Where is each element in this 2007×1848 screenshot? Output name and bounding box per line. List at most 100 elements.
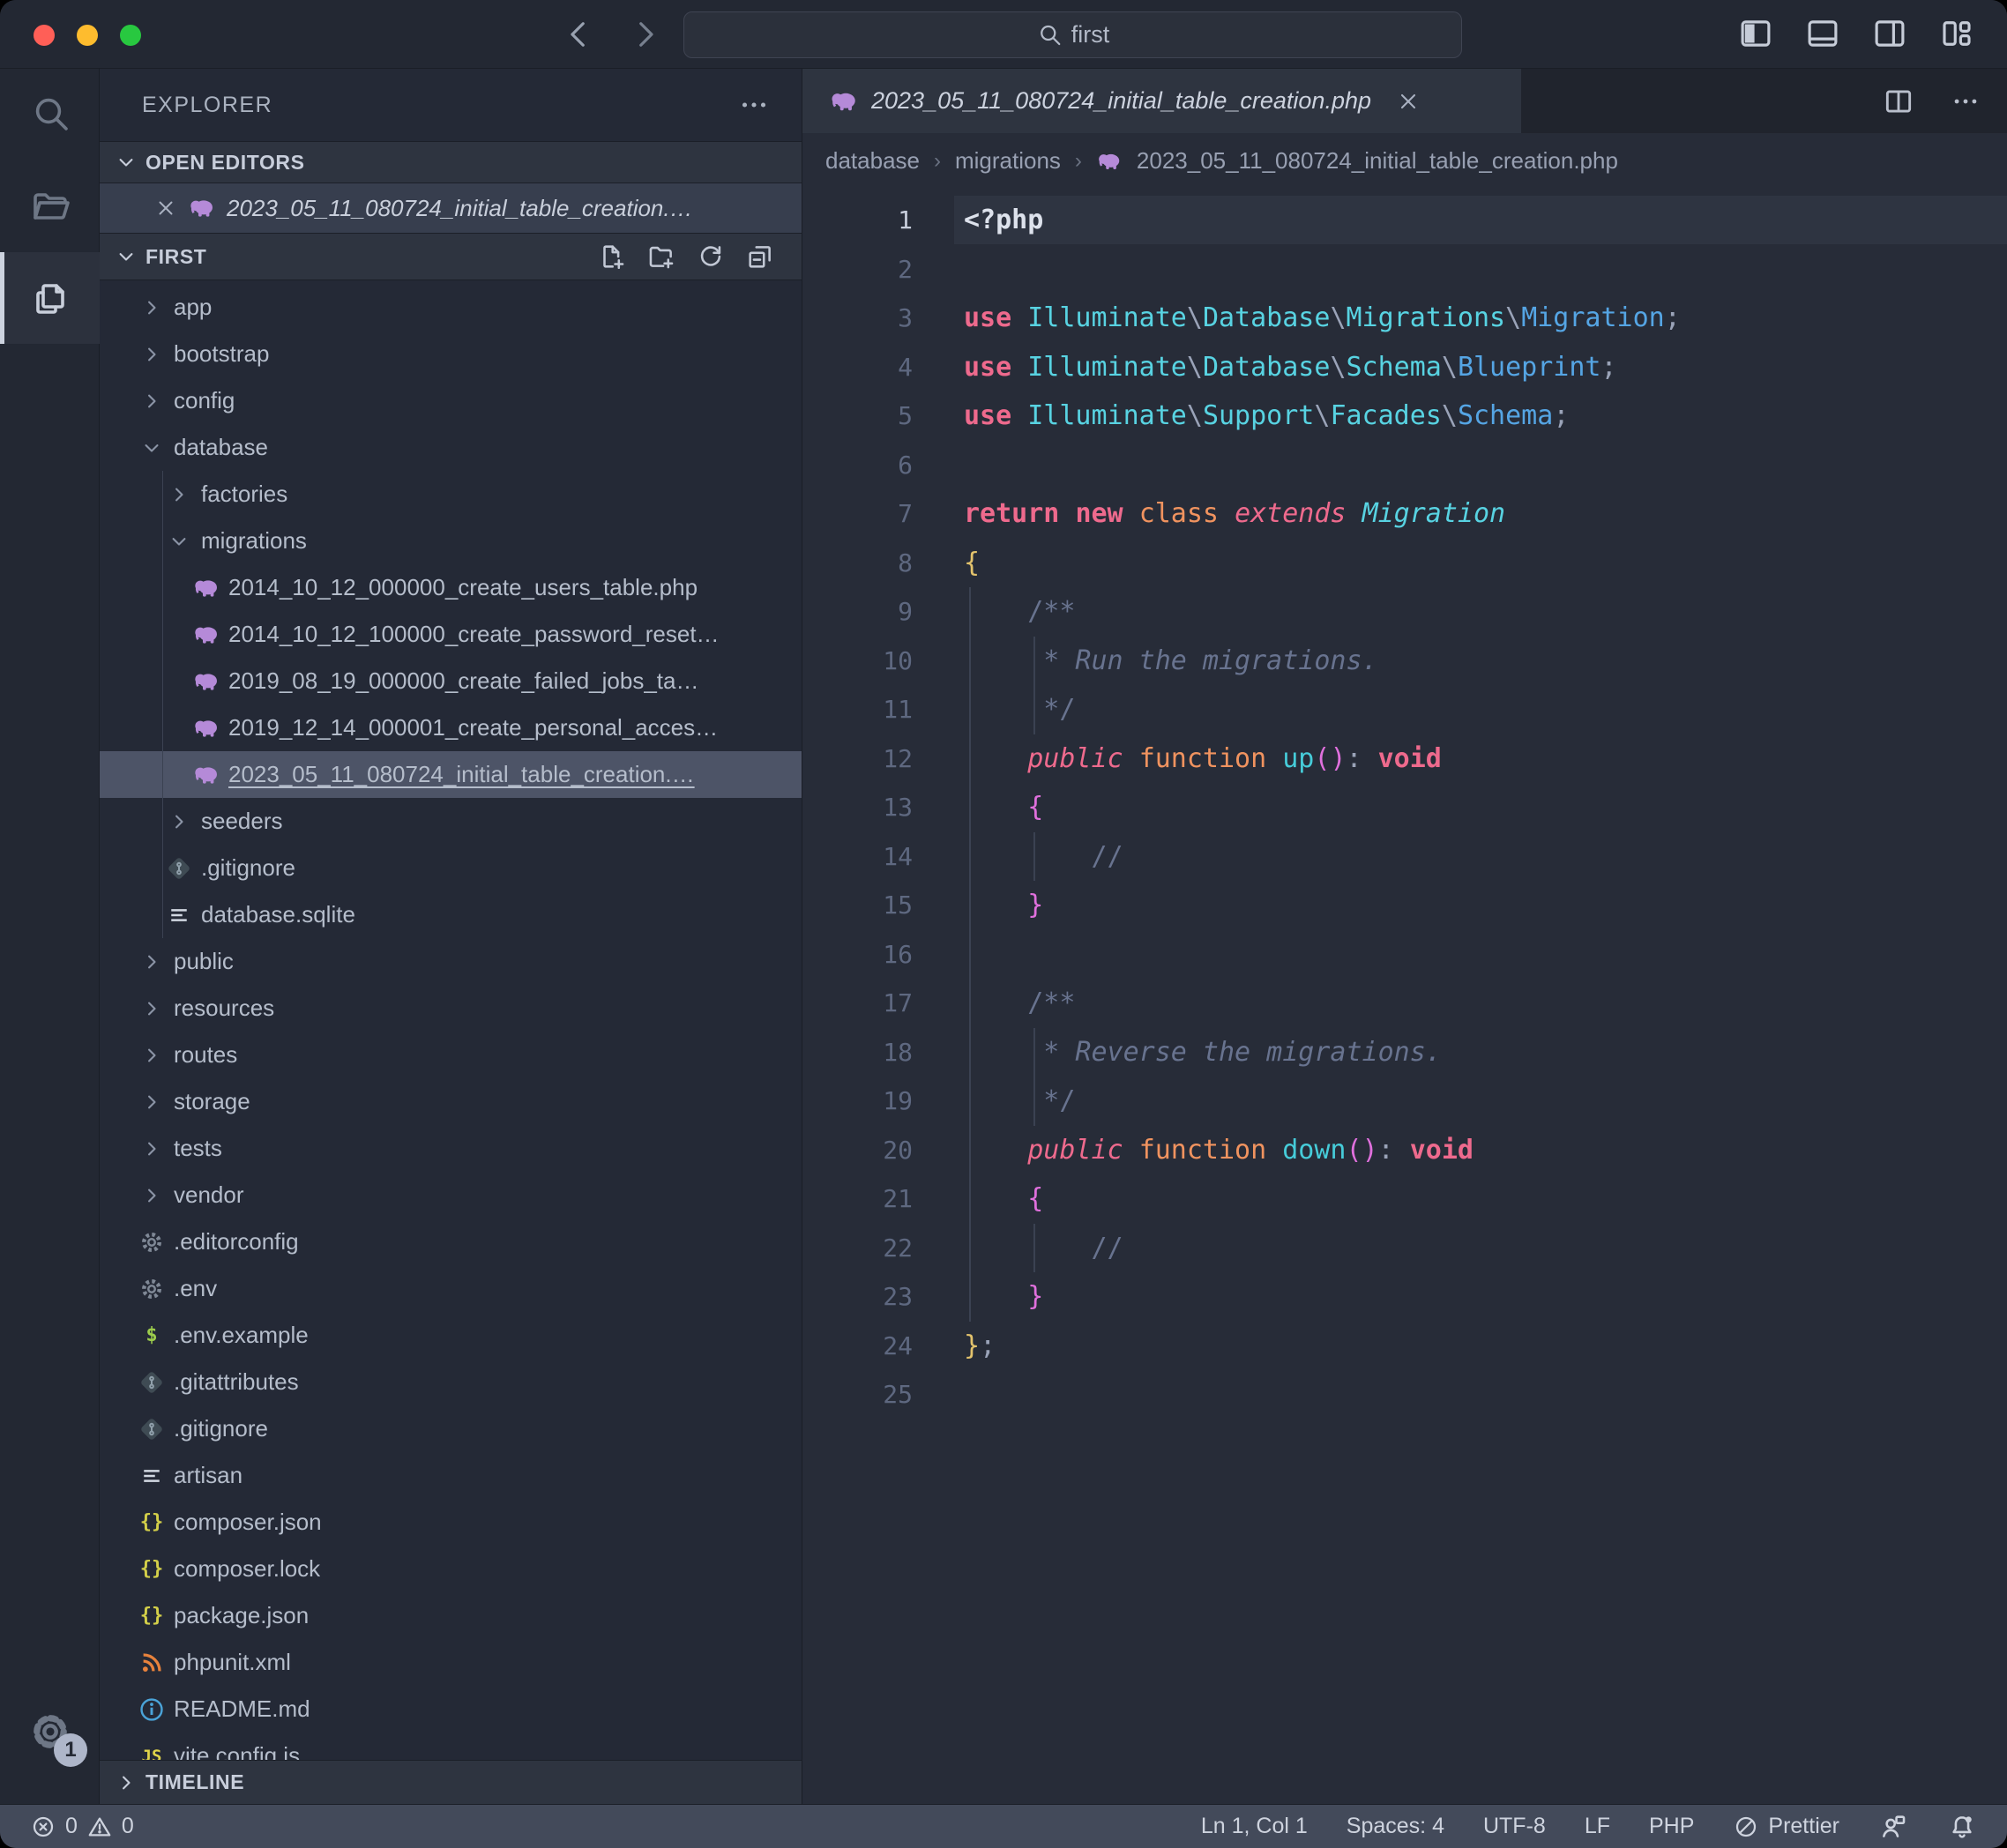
line-number[interactable]: 18 <box>802 1028 913 1077</box>
eol-sequence[interactable]: LF <box>1585 1814 1610 1839</box>
tree-folder-public[interactable]: public <box>100 938 802 985</box>
back-arrow-icon[interactable] <box>560 16 597 53</box>
code-content[interactable]: <?phpuse Illuminate\Database\Migrations\… <box>964 196 1681 1420</box>
code-line-13[interactable]: { <box>964 783 1681 832</box>
tree-folder-factories[interactable]: factories <box>100 471 802 518</box>
tree-folder-bootstrap[interactable]: bootstrap <box>100 331 802 377</box>
code-line-25[interactable] <box>964 1370 1681 1420</box>
code-line-7[interactable]: return new class extends Migration <box>964 489 1681 539</box>
forward-arrow-icon[interactable] <box>627 16 664 53</box>
tree-file-.env.example[interactable]: $.env.example <box>100 1312 802 1359</box>
line-number[interactable]: 19 <box>802 1077 913 1126</box>
code-line-14[interactable]: // <box>964 832 1681 882</box>
code-line-1[interactable]: <?php <box>964 196 1681 245</box>
tree-file-package.json[interactable]: {}package.json <box>100 1592 802 1639</box>
close-window-button[interactable] <box>34 25 55 46</box>
line-number[interactable]: 13 <box>802 783 913 832</box>
tree-folder-routes[interactable]: routes <box>100 1032 802 1078</box>
line-number[interactable]: 10 <box>802 637 913 686</box>
tree-folder-vendor[interactable]: vendor <box>100 1172 802 1218</box>
feedback-icon[interactable] <box>1878 1812 1908 1842</box>
indentation[interactable]: Spaces: 4 <box>1347 1814 1444 1839</box>
line-number[interactable]: 1 <box>802 196 913 245</box>
code-line-5[interactable]: use Illuminate\Support\Facades\Schema; <box>964 391 1681 441</box>
new-folder-icon[interactable] <box>646 242 676 272</box>
cursor-position[interactable]: Ln 1, Col 1 <box>1201 1814 1308 1839</box>
tree-file-composer.json[interactable]: {}composer.json <box>100 1499 802 1546</box>
activity-search[interactable] <box>0 69 100 160</box>
collapse-folders-icon[interactable] <box>745 242 775 272</box>
line-number[interactable]: 7 <box>802 489 913 539</box>
tree-file-artisan[interactable]: artisan <box>100 1452 802 1499</box>
line-number[interactable]: 2 <box>802 245 913 294</box>
command-center-search[interactable]: first <box>683 11 1462 58</box>
tree-file-composer.lock[interactable]: {}composer.lock <box>100 1546 802 1592</box>
tree-folder-seeders[interactable]: seeders <box>100 798 802 845</box>
tree-folder-migrations[interactable]: migrations <box>100 518 802 564</box>
close-icon[interactable] <box>154 197 177 220</box>
encoding[interactable]: UTF-8 <box>1483 1814 1546 1839</box>
code-line-17[interactable]: /** <box>964 979 1681 1028</box>
editor-more-actions-icon[interactable] <box>1951 86 1981 116</box>
toggle-primary-sidebar-icon[interactable] <box>1737 15 1774 52</box>
tree-folder-database[interactable]: database <box>100 424 802 471</box>
code-line-8[interactable]: { <box>964 539 1681 588</box>
line-number[interactable]: 23 <box>802 1272 913 1322</box>
code-line-21[interactable]: { <box>964 1174 1681 1224</box>
tree-file-2014-10-12-100000-create-password-reset-[interactable]: 2014_10_12_100000_create_password_reset… <box>100 611 802 658</box>
tree-file-.gitattributes[interactable]: .gitattributes <box>100 1359 802 1405</box>
notifications-bell-icon[interactable] <box>1947 1812 1977 1842</box>
code-line-4[interactable]: use Illuminate\Database\Schema\Blueprint… <box>964 343 1681 392</box>
line-number[interactable]: 4 <box>802 343 913 392</box>
code-line-2[interactable] <box>964 245 1681 294</box>
new-file-icon[interactable] <box>597 242 627 272</box>
line-number[interactable]: 5 <box>802 391 913 441</box>
code-line-15[interactable]: } <box>964 881 1681 930</box>
code-line-16[interactable] <box>964 930 1681 980</box>
line-number[interactable]: 24 <box>802 1322 913 1371</box>
code-line-9[interactable]: /** <box>964 587 1681 637</box>
tree-folder-app[interactable]: app <box>100 284 802 331</box>
tree-folder-tests[interactable]: tests <box>100 1125 802 1172</box>
line-number[interactable]: 17 <box>802 979 913 1028</box>
tree-file-2014-10-12-000000-create-users-table.php[interactable]: 2014_10_12_000000_create_users_table.php <box>100 564 802 611</box>
line-number[interactable]: 9 <box>802 587 913 637</box>
line-number[interactable]: 11 <box>802 685 913 734</box>
tab-initial-table-creation[interactable]: 2023_05_11_080724_initial_table_creation… <box>802 69 1521 133</box>
activity-folders[interactable] <box>0 160 100 252</box>
activity-explorer[interactable] <box>0 252 100 344</box>
language-mode[interactable]: PHP <box>1649 1814 1694 1839</box>
tree-file-.gitignore[interactable]: .gitignore <box>100 1405 802 1452</box>
tree-file-.env[interactable]: .env <box>100 1265 802 1312</box>
problems-errors[interactable]: 0 <box>30 1814 78 1840</box>
line-number[interactable]: 6 <box>802 441 913 490</box>
open-editor-item[interactable]: 2023_05_11_080724_initial_table_creation… <box>100 183 802 233</box>
code-line-22[interactable]: // <box>964 1224 1681 1273</box>
line-number[interactable]: 12 <box>802 734 913 784</box>
code-line-20[interactable]: public function down(): void <box>964 1126 1681 1175</box>
tree-folder-resources[interactable]: resources <box>100 985 802 1032</box>
breadcrumb-migrations[interactable]: migrations <box>955 147 1061 175</box>
code-line-24[interactable]: }; <box>964 1322 1681 1371</box>
line-numbers[interactable]: 1234567891011121314151617181920212223242… <box>802 196 913 1420</box>
problems-warnings[interactable]: 0 <box>86 1814 134 1840</box>
line-number[interactable]: 16 <box>802 930 913 980</box>
tree-file-.editorconfig[interactable]: .editorconfig <box>100 1218 802 1265</box>
line-number[interactable]: 8 <box>802 539 913 588</box>
tree-file-2019-12-14-000001-create-personal-acces-[interactable]: 2019_12_14_000001_create_personal_acces… <box>100 704 802 751</box>
line-number[interactable]: 21 <box>802 1174 913 1224</box>
activity-settings[interactable]: 1 <box>0 1686 100 1777</box>
line-number[interactable]: 25 <box>802 1370 913 1420</box>
tree-file-vite.config.js[interactable]: JSvite.config.js <box>100 1732 802 1760</box>
tree-file-database.sqlite[interactable]: database.sqlite <box>100 891 802 938</box>
code-line-6[interactable] <box>964 441 1681 490</box>
code-line-19[interactable]: */ <box>964 1077 1681 1126</box>
formatter-status[interactable]: Prettier <box>1733 1814 1839 1840</box>
code-editor[interactable]: 1234567891011121314151617181920212223242… <box>802 189 2007 1804</box>
customize-layout-icon[interactable] <box>1938 15 1975 52</box>
line-number[interactable]: 3 <box>802 294 913 343</box>
line-number[interactable]: 15 <box>802 881 913 930</box>
zoom-window-button[interactable] <box>120 25 141 46</box>
timeline-header[interactable]: TIMELINE <box>100 1760 802 1804</box>
breadcrumb-file[interactable]: 2023_05_11_080724_initial_table_creation… <box>1137 147 1618 175</box>
